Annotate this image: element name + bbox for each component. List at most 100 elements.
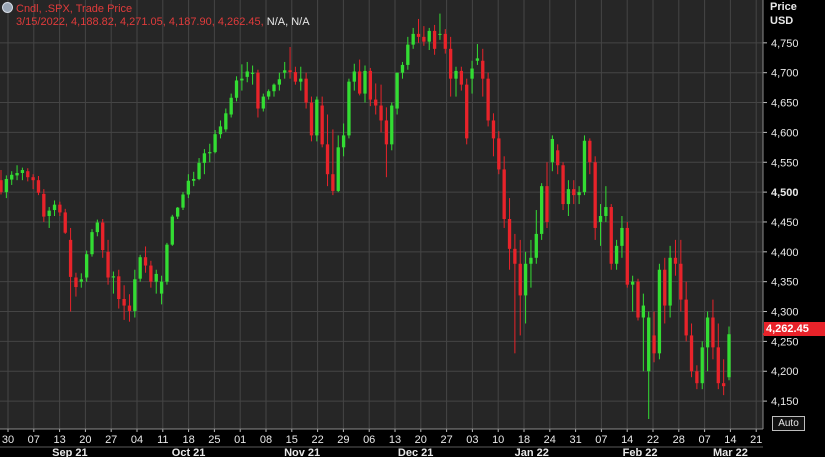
price-chart: 4,150 4,200 4,250 4,300 4,350 4,400 4,450 4,500… xyxy=(0,0,799,457)
candle-body-down xyxy=(256,72,260,109)
candle-body-up xyxy=(170,216,174,245)
candle-body-down xyxy=(320,105,324,145)
y-tick-label: 4,550 xyxy=(771,157,799,169)
candle-body-down xyxy=(31,177,35,181)
candle-body-down xyxy=(374,99,378,106)
candle-body-up xyxy=(614,245,619,264)
candle-body-up xyxy=(202,153,207,163)
candle-body-up xyxy=(20,170,25,174)
x-month-label: Nov 21 xyxy=(284,447,320,457)
x-tick-label: 04 xyxy=(131,434,143,446)
candle-body-up xyxy=(299,78,303,82)
candle-body-up xyxy=(363,70,367,94)
candle-body-down xyxy=(42,193,46,217)
y-axis-header-currency: USD xyxy=(770,15,794,27)
x-month-label: Oct 21 xyxy=(172,447,206,457)
candle-body-up xyxy=(90,232,94,255)
chart-legend: Cndl, .SPX, Trade Price 3/15/2022, 4,188… xyxy=(2,2,310,29)
x-tick-label: 01 xyxy=(234,434,246,446)
x-month-label: Feb 22 xyxy=(623,447,658,457)
candle-body-down xyxy=(357,71,362,94)
x-tick-label: 07 xyxy=(595,434,607,446)
candle-body-up xyxy=(245,71,249,77)
candle-body-up xyxy=(138,257,142,279)
candle-body-down xyxy=(68,239,73,277)
x-month-label: Mar 22 xyxy=(713,447,748,457)
candle-body-up xyxy=(523,263,528,296)
candle-body-down xyxy=(432,30,437,49)
y-axis-header-price: Price xyxy=(770,1,797,13)
x-tick-label: 18 xyxy=(182,434,194,446)
candle-body-up xyxy=(240,78,244,81)
candle-body-up xyxy=(175,207,180,217)
candle-body-up xyxy=(229,97,233,115)
candle-body-up xyxy=(111,276,116,278)
candle-body-down xyxy=(673,257,678,264)
candle-body-up xyxy=(133,279,137,311)
candle-body-down xyxy=(106,251,110,278)
candle-body-up xyxy=(192,178,196,181)
last-price-badge: 4,262.45 xyxy=(764,322,825,336)
auto-scale-button[interactable]: Auto xyxy=(772,416,805,431)
candle-body-up xyxy=(598,216,603,222)
x-tick-label: 15 xyxy=(286,434,298,446)
x-tick-label: 25 xyxy=(208,434,220,446)
x-tick-label: 20 xyxy=(415,434,427,446)
candle-body-down xyxy=(58,204,62,213)
candle-body-up xyxy=(395,72,399,109)
series-circle-icon[interactable] xyxy=(2,2,13,13)
candle-body-down xyxy=(545,186,549,222)
candle-body-up xyxy=(620,227,624,246)
candle-body-up xyxy=(390,105,394,145)
candle-body-up xyxy=(47,210,51,216)
candle-body-up xyxy=(315,99,319,136)
candle-body-down xyxy=(679,263,683,300)
candle-body-up xyxy=(566,189,571,205)
candle-body-up xyxy=(186,180,191,195)
x-tick-label: 24 xyxy=(544,434,556,446)
candle-body-up xyxy=(647,317,651,372)
y-tick-label: 4,250 xyxy=(771,336,799,348)
x-month-label: Dec 21 xyxy=(398,447,433,457)
candle-body-up xyxy=(165,244,169,282)
x-month-label: Jan 22 xyxy=(515,447,549,457)
candle-body-up xyxy=(577,192,581,196)
candle-body-up xyxy=(470,68,474,79)
candle-body-up xyxy=(700,347,704,384)
candle-body-up xyxy=(550,138,555,163)
candle-body-down xyxy=(481,60,485,79)
candle-body-down xyxy=(695,371,699,384)
x-tick-label: 03 xyxy=(466,434,478,446)
y-tick-label: 4,200 xyxy=(771,366,799,378)
x-tick-label: 31 xyxy=(569,434,581,446)
x-tick-label: 07 xyxy=(28,434,40,446)
candle-body-up xyxy=(95,222,100,233)
candle-body-down xyxy=(625,227,629,285)
candle-body-up xyxy=(15,173,19,176)
candle-body-down xyxy=(368,70,373,100)
x-tick-label: 07 xyxy=(698,434,710,446)
candle-body-up xyxy=(352,71,356,82)
candle-body-up xyxy=(347,81,351,136)
x-tick-label: 22 xyxy=(311,434,323,446)
candle-body-up xyxy=(266,91,271,97)
candle-body-down xyxy=(588,140,592,163)
candle-body-up xyxy=(52,204,57,211)
candle-body-down xyxy=(636,281,640,318)
candle-body-down xyxy=(149,265,153,282)
x-month-label: Sep 21 xyxy=(52,447,87,457)
candle-body-down xyxy=(63,212,67,233)
candle-body-up xyxy=(213,134,217,153)
candle-body-up xyxy=(657,269,662,354)
legend-series-title: Cndl, .SPX, Trade Price xyxy=(16,3,133,15)
x-tick-label: 29 xyxy=(337,434,349,446)
candle-body-up xyxy=(181,194,185,208)
candle-body-down xyxy=(689,335,694,372)
candle-body-up xyxy=(400,64,405,73)
x-tick-label: 08 xyxy=(260,434,272,446)
candle-body-down xyxy=(572,189,576,196)
y-tick-label: 4,450 xyxy=(771,217,799,229)
candle-body-up xyxy=(438,33,442,35)
candle-body-up xyxy=(529,257,533,264)
x-tick-label: 28 xyxy=(673,434,685,446)
